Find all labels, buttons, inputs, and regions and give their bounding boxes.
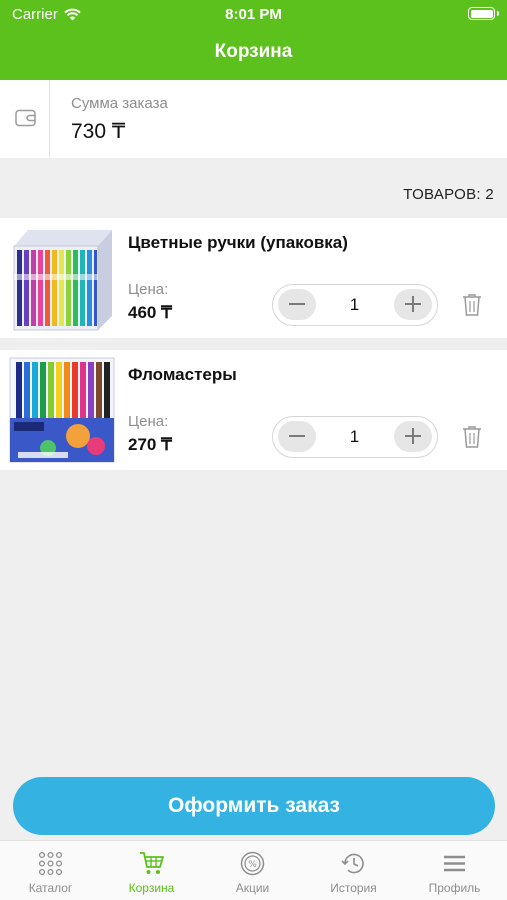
product-name: Фломастеры (128, 365, 237, 384)
price-value: 270 ₸ (128, 435, 172, 454)
order-sum-label: Сумма заказа (71, 95, 168, 112)
product-image (8, 356, 116, 464)
tab-promotions[interactable]: % Акции (202, 841, 303, 900)
page-title: Корзина (214, 41, 293, 62)
quantity-stepper: 1 (272, 284, 438, 326)
tab-cart[interactable]: Корзина (101, 841, 202, 900)
quantity-stepper: 1 (272, 416, 438, 458)
tab-label: Акции (235, 881, 270, 895)
items-count: ТОВАРОВ: 2 (403, 186, 494, 203)
price-value: 460 ₸ (128, 303, 172, 322)
wallet-icon (15, 109, 36, 127)
increase-button[interactable] (394, 289, 432, 320)
status-bar: Carrier 8:01 PM (0, 0, 507, 30)
grid-icon (38, 851, 63, 876)
tab-label: История (330, 881, 377, 895)
cart-item: Фломастеры Цена: 270 ₸ 1 (0, 350, 507, 470)
tab-catalog[interactable]: Каталог (0, 841, 101, 900)
trash-icon[interactable] (462, 293, 482, 317)
tab-label: Каталог (28, 881, 73, 895)
order-summary: Сумма заказа 730 ₸ (0, 80, 507, 158)
percent-badge-icon: % (240, 851, 265, 876)
price-label: Цена: (128, 413, 169, 430)
cart-item: Цветные ручки (упаковка) Цена: 460 ₸ 1 (0, 218, 507, 338)
trash-icon[interactable] (462, 425, 482, 449)
cart-icon (140, 852, 164, 874)
menu-icon (444, 855, 465, 872)
plus-icon (405, 296, 421, 312)
tab-label: Корзина (128, 881, 175, 895)
clock: 8:01 PM (225, 6, 282, 23)
tab-profile[interactable]: Профиль (404, 841, 505, 900)
svg-text:%: % (248, 860, 257, 870)
increase-button[interactable] (394, 421, 432, 452)
order-sum-value: 730 ₸ (71, 120, 126, 143)
plus-icon (405, 428, 421, 444)
tab-history[interactable]: История (303, 841, 404, 900)
history-icon (341, 853, 364, 874)
product-image (8, 224, 116, 332)
tab-label: Профиль (428, 881, 481, 895)
price-label: Цена: (128, 281, 169, 298)
battery-icon (468, 7, 499, 20)
product-name: Цветные ручки (упаковка) (128, 233, 348, 252)
tab-bar: Каталог Корзина % Акции История Профиль (0, 840, 507, 900)
checkout-button[interactable]: Оформить заказ (13, 777, 495, 835)
app-header: Carrier 8:01 PM Корзина (0, 0, 507, 80)
wallet-cell (0, 80, 50, 158)
